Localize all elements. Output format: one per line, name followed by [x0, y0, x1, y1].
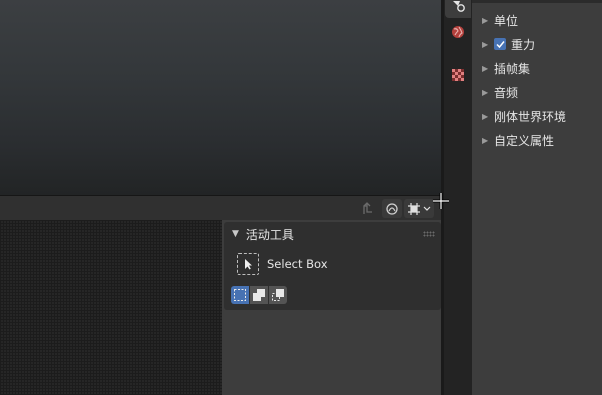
- collapse-triangle-icon[interactable]: ▼: [232, 229, 239, 239]
- expand-triangle-icon[interactable]: ▶: [482, 136, 494, 145]
- snap-button[interactable]: [358, 199, 378, 218]
- texture-icon: [452, 69, 464, 81]
- scene-icon: [453, 1, 465, 12]
- tab-texture[interactable]: [445, 62, 471, 88]
- world-icon: [452, 26, 464, 38]
- panel-keying-sets[interactable]: ▶ 插帧集: [472, 57, 602, 79]
- proportional-editing-icon: [386, 202, 398, 215]
- mode-extend-button[interactable]: [250, 286, 268, 304]
- panel-label: 音频: [494, 85, 519, 100]
- panel-label: 插帧集: [494, 61, 531, 76]
- expand-triangle-icon[interactable]: ▶: [482, 88, 494, 97]
- mode-subtract-button[interactable]: [269, 286, 287, 304]
- mode-new-button[interactable]: [231, 286, 249, 304]
- panel-label: 重力: [511, 37, 536, 52]
- transform-pivot-dropdown[interactable]: [404, 199, 434, 218]
- chevron-down-icon: [423, 206, 431, 211]
- select-new-icon: [234, 289, 246, 301]
- sidebar-panel: ▼ 活动工具 Select Box: [222, 220, 441, 395]
- expand-triangle-icon[interactable]: ▶: [482, 64, 494, 73]
- 3d-viewport[interactable]: [0, 0, 441, 195]
- properties-panel: ▶ 单位 ▶ 重力 ▶ 插帧集 ▶ 音频 ▶ 刚体世界环境 ▶ 自定义属性: [472, 0, 602, 395]
- active-tool-panel: ▼ 活动工具 Select Box: [224, 222, 441, 310]
- selection-mode-group: [231, 286, 287, 304]
- panel-label: 单位: [494, 13, 519, 28]
- tab-scene[interactable]: [445, 0, 471, 18]
- properties-topbar: [472, 0, 602, 3]
- editor-header: [0, 196, 441, 220]
- panel-audio[interactable]: ▶ 音频: [472, 81, 602, 103]
- tab-world[interactable]: [445, 19, 471, 45]
- panel-units[interactable]: ▶ 单位: [472, 9, 602, 31]
- expand-triangle-icon[interactable]: ▶: [482, 112, 494, 121]
- expand-triangle-icon[interactable]: ▶: [482, 16, 494, 25]
- proportional-editing-button[interactable]: [382, 199, 402, 218]
- active-tool-title: 活动工具: [245, 227, 294, 242]
- select-subtract-icon: [272, 289, 284, 301]
- snap-icon: [363, 201, 372, 214]
- tool-name-label: Select Box: [267, 257, 328, 271]
- select-extend-icon: [253, 289, 265, 301]
- select-box-tool[interactable]: Select Box: [237, 252, 328, 276]
- drag-handle-icon[interactable]: [423, 231, 435, 237]
- checkmark-icon: [495, 40, 505, 48]
- gravity-checkbox[interactable]: [494, 38, 506, 50]
- panel-rigid-body-world[interactable]: ▶ 刚体世界环境: [472, 105, 602, 127]
- panel-custom-properties[interactable]: ▶ 自定义属性: [472, 129, 602, 151]
- panel-label: 刚体世界环境: [494, 109, 567, 124]
- resize-cursor-icon: [433, 193, 449, 209]
- active-tool-header[interactable]: ▼ 活动工具: [224, 222, 441, 246]
- select-box-icon: [237, 253, 259, 275]
- panel-gravity[interactable]: ▶ 重力: [472, 33, 602, 55]
- expand-triangle-icon[interactable]: ▶: [482, 40, 494, 49]
- editor-grid-area[interactable]: [0, 220, 222, 395]
- transform-pivot-icon: [408, 202, 420, 215]
- panel-label: 自定义属性: [494, 133, 555, 148]
